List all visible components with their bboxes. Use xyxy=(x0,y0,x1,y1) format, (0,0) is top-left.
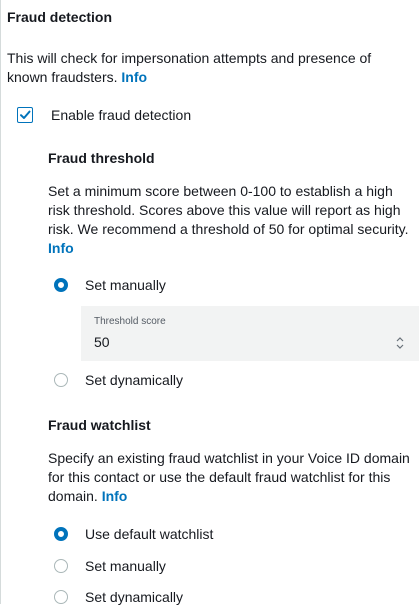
watchlist-radio-manual-label[interactable]: Set manually xyxy=(85,558,166,574)
threshold-radio-dynamic-label[interactable]: Set dynamically xyxy=(85,372,183,388)
section-description: This will check for impersonation attemp… xyxy=(7,49,407,87)
watchlist-radio-default-label[interactable]: Use default watchlist xyxy=(85,526,213,542)
threshold-radio-dynamic[interactable] xyxy=(54,373,68,387)
threshold-score-field[interactable]: Threshold score 50 xyxy=(81,306,419,361)
watchlist-info-link[interactable]: Info xyxy=(102,488,128,504)
section-title: Fraud detection xyxy=(7,9,113,25)
fraud-detection-panel: Fraud detection This will check for impe… xyxy=(0,0,419,605)
threshold-radio-manual-label[interactable]: Set manually xyxy=(85,277,166,293)
threshold-score-label: Threshold score xyxy=(94,316,166,327)
threshold-info-link[interactable]: Info xyxy=(48,240,74,256)
section-description-text: This will check for impersonation attemp… xyxy=(7,50,372,85)
enable-fraud-detection-checkbox[interactable] xyxy=(17,107,33,123)
threshold-description: Set a minimum score between 0-100 to est… xyxy=(48,182,413,258)
checkmark-icon xyxy=(20,110,31,119)
section-info-link[interactable]: Info xyxy=(121,69,147,85)
enable-fraud-detection-label[interactable]: Enable fraud detection xyxy=(51,107,191,123)
watchlist-radio-default[interactable] xyxy=(54,527,68,541)
watchlist-radio-manual[interactable] xyxy=(54,559,68,573)
threshold-description-text: Set a minimum score between 0-100 to est… xyxy=(48,183,409,237)
threshold-score-value[interactable]: 50 xyxy=(94,334,110,350)
watchlist-radio-dynamic[interactable] xyxy=(54,590,68,604)
threshold-radio-manual[interactable] xyxy=(54,278,68,292)
chevron-up-down-icon[interactable] xyxy=(395,336,405,350)
threshold-title: Fraud threshold xyxy=(48,150,155,166)
watchlist-description: Specify an existing fraud watchlist in y… xyxy=(48,449,419,506)
watchlist-title: Fraud watchlist xyxy=(48,417,151,433)
watchlist-radio-dynamic-label[interactable]: Set dynamically xyxy=(85,589,183,605)
